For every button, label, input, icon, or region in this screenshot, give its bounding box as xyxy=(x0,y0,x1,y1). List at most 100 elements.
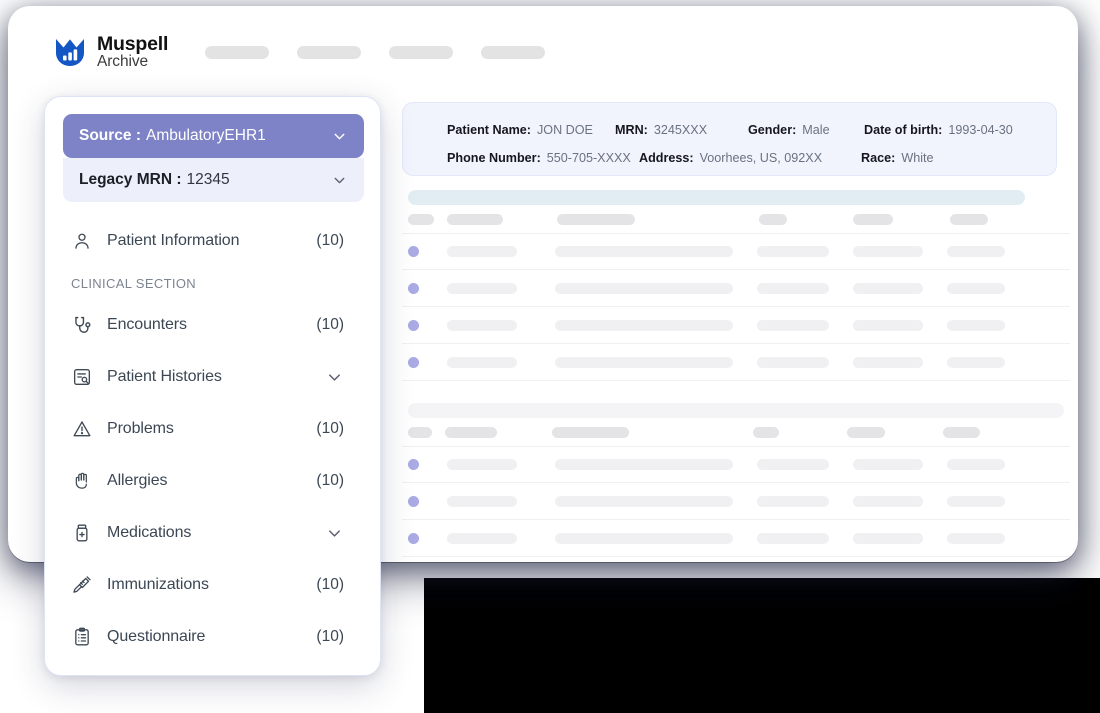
address-label: Address: xyxy=(639,151,694,165)
sidebar-item-count: (10) xyxy=(316,420,344,437)
skeleton-cell xyxy=(757,282,829,294)
dob-label: Date of birth: xyxy=(864,123,943,137)
skeleton-col-header xyxy=(950,213,988,225)
warning-icon xyxy=(71,419,93,439)
skeleton-col-header xyxy=(753,426,779,438)
sidebar-item-label: Problems xyxy=(107,420,174,437)
skeleton-header-row xyxy=(402,418,1070,446)
screen-root: Muspell Archive Patient Name: JON DOE MR… xyxy=(0,0,1100,713)
skeleton-row xyxy=(402,446,1070,483)
sidebar-item-count: (10) xyxy=(316,316,344,333)
skeleton-cell xyxy=(447,495,517,507)
sidebar-item-immunizations[interactable]: Immunizations (10) xyxy=(45,559,380,611)
sidebar-item-patient-information[interactable]: Patient Information (10) xyxy=(45,215,380,267)
skeleton-cell xyxy=(555,246,733,257)
chevron-down-icon xyxy=(331,172,348,189)
gender-value: Male xyxy=(802,123,830,137)
patient-name-label: Patient Name: xyxy=(447,123,531,137)
sidebar-item-label: Questionnaire xyxy=(107,628,206,645)
skeleton-cell xyxy=(853,532,923,544)
nav-placeholder-1[interactable] xyxy=(205,45,270,59)
skeleton-cell xyxy=(947,532,1005,544)
skeleton-col-header xyxy=(943,426,980,438)
skeleton-col-header xyxy=(408,213,434,225)
skeleton-row xyxy=(402,307,1070,344)
sidebar-item-medications[interactable]: Medications xyxy=(45,507,380,559)
person-icon xyxy=(71,231,93,251)
skeleton-cell xyxy=(757,495,829,507)
skeleton-cell xyxy=(757,459,829,470)
skeleton-cell xyxy=(947,246,1005,257)
sidebar-item-encounters[interactable]: Encounters (10) xyxy=(45,299,380,351)
sidebar-item-count: (10) xyxy=(316,472,344,489)
skeleton-cell xyxy=(853,459,923,470)
skeleton-row xyxy=(402,233,1070,270)
row-status-dot xyxy=(408,459,419,470)
row-status-dot xyxy=(408,282,419,294)
skeleton-cell xyxy=(757,356,829,368)
skeleton-cell xyxy=(757,532,829,544)
sidebar-section-title: CLINICAL SECTION xyxy=(71,275,197,291)
patient-header-panel: Patient Name: JON DOE MRN: 3245XXX Gende… xyxy=(402,102,1057,176)
skeleton-row xyxy=(402,520,1070,557)
dob-field: Date of birth: 1993-04-30 xyxy=(864,123,1013,137)
document-search-icon xyxy=(71,367,93,387)
sidebar-item-allergies[interactable]: Allergies (10) xyxy=(45,455,380,507)
patient-header-row: Phone Number: 550-705-XXXX Address: Voor… xyxy=(447,147,1056,169)
source-label: Source : xyxy=(79,127,142,144)
skeleton-cell xyxy=(447,532,517,544)
skeleton-cell xyxy=(947,319,1005,331)
source-selector[interactable]: Source : AmbulatoryEHR1 xyxy=(63,114,364,158)
brand-subtitle: Archive xyxy=(97,53,148,71)
skeleton-cell xyxy=(447,356,517,368)
nav-placeholder-3[interactable] xyxy=(389,45,454,59)
chevron-down-icon[interactable] xyxy=(325,524,344,543)
legacy-mrn-value: 12345 xyxy=(186,171,230,188)
sidebar-item-questionnaire[interactable]: Questionnaire (10) xyxy=(45,611,380,663)
skeleton-col-header xyxy=(759,213,787,225)
skeleton-row xyxy=(402,483,1070,520)
skeleton-col-header xyxy=(445,426,497,438)
phone-label: Phone Number: xyxy=(447,151,541,165)
sidebar-item-label: Patient Information xyxy=(107,232,240,249)
top-nav-placeholders xyxy=(205,45,546,59)
clipboard-icon xyxy=(71,627,93,647)
mrn-value: 3245XXX xyxy=(653,123,708,137)
skeleton-cell xyxy=(853,495,923,507)
sidebar-item-count: (10) xyxy=(316,576,344,593)
hand-icon xyxy=(71,471,93,491)
phone-field: Phone Number: 550-705-XXXX xyxy=(447,151,639,165)
skeleton-col-header xyxy=(853,213,893,225)
nav-placeholder-4[interactable] xyxy=(481,45,546,59)
legacy-mrn-selector[interactable]: Legacy MRN : 12345 xyxy=(63,158,364,202)
sidebar-item-problems[interactable]: Problems (10) xyxy=(45,403,380,455)
pill-bottle-icon xyxy=(71,523,93,543)
sidebar-panel: Source : AmbulatoryEHR1 Legacy MRN : 123… xyxy=(44,96,381,676)
skeleton-cell xyxy=(555,459,733,470)
row-status-dot xyxy=(408,495,419,507)
skeleton-row xyxy=(402,344,1070,381)
phone-value: 550-705-XXXX xyxy=(546,151,631,165)
brand-logo[interactable]: Muspell Archive xyxy=(54,34,168,70)
chevron-down-icon[interactable] xyxy=(325,368,344,387)
legacy-mrn-label: Legacy MRN : xyxy=(79,171,182,188)
skeleton-col-header xyxy=(552,426,629,438)
sidebar-item-count: (10) xyxy=(316,232,344,249)
bar-chart-m-logo-icon xyxy=(54,36,86,68)
gender-field: Gender: Male xyxy=(748,123,864,137)
skeleton-cell xyxy=(757,246,829,257)
skeleton-col-header xyxy=(447,213,503,225)
race-value: White xyxy=(901,151,934,165)
skeleton-col-header xyxy=(557,213,635,225)
row-status-dot xyxy=(408,319,419,331)
sidebar-item-label: Allergies xyxy=(107,472,168,489)
skeleton-cell xyxy=(853,246,923,257)
stethoscope-icon xyxy=(71,315,93,336)
race-field: Race: White xyxy=(861,151,934,165)
skeleton-table-2 xyxy=(402,403,1070,564)
nav-placeholder-2[interactable] xyxy=(297,45,362,59)
skeleton-cell xyxy=(947,282,1005,294)
top-bar: Muspell Archive xyxy=(8,6,1078,98)
skeleton-cell xyxy=(853,356,923,368)
sidebar-item-patient-histories[interactable]: Patient Histories xyxy=(45,351,380,403)
